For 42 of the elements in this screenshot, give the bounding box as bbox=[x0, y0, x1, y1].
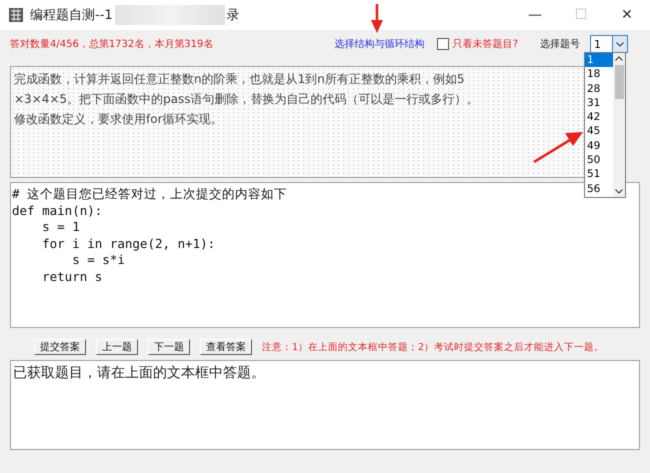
annotation-arrow bbox=[370, 4, 384, 34]
checkbox-label: 只看未答题目? bbox=[452, 38, 518, 51]
action-button[interactable]: 查看答案 bbox=[200, 339, 252, 355]
question-text: ×3×4×5。把下面函数中的pass语句删除，替换为自己的代码（可以是一行或多行）。 bbox=[14, 91, 479, 108]
question-text: 修改函数定义，要求使用for循环实现。 bbox=[14, 111, 222, 128]
question-number-select[interactable]: 1 bbox=[590, 35, 628, 53]
code-line: s = 1 bbox=[41, 219, 80, 236]
code-line: for i in range(2, n+1): bbox=[41, 236, 216, 252]
close-button[interactable]: ✕ bbox=[604, 7, 650, 23]
code-line: s = s*i bbox=[71, 252, 125, 268]
annotation-arrow bbox=[532, 130, 584, 164]
dropdown-option[interactable]: 51 bbox=[585, 167, 613, 182]
action-button[interactable]: 上一题 bbox=[96, 339, 138, 355]
minimize-button[interactable]: — bbox=[512, 7, 558, 23]
dropdown-option[interactable]: 45 bbox=[585, 124, 613, 139]
dropdown-option[interactable]: 50 bbox=[585, 153, 613, 168]
select-label: 选择题号 bbox=[540, 38, 580, 51]
app-icon bbox=[8, 7, 24, 23]
action-button[interactable]: 下一题 bbox=[148, 339, 190, 355]
window-title: 编程题自测--1 bbox=[30, 7, 113, 24]
code-line: def main(n): bbox=[12, 202, 102, 219]
dropdown-option[interactable]: 49 bbox=[585, 138, 613, 154]
scroll-up-icon[interactable] bbox=[615, 56, 623, 61]
code-line: return s bbox=[41, 268, 102, 285]
question-text: 完成函数，计算并返回任意正整数n的阶乘，也就是从1到n所有正整数的乘积，例如5 bbox=[14, 71, 464, 88]
score-text: 答对数量4/456，总第1732名，本月第319名 bbox=[10, 38, 214, 51]
action-button[interactable]: 提交答案 bbox=[34, 339, 86, 355]
scrollbar-thumb[interactable] bbox=[614, 65, 624, 99]
dropdown-option[interactable]: 42 bbox=[585, 110, 613, 124]
checkbox[interactable] bbox=[436, 38, 449, 50]
dropdown-option[interactable]: 18 bbox=[585, 67, 613, 82]
code-line: # 这个题目您已经答对过，上次提交的内容如下 bbox=[12, 186, 288, 202]
notice-text: 注意：1）在上面的文本框中答题；2）考试时提交答案之后才能进入下一题。 bbox=[262, 340, 604, 354]
dropdown-option[interactable]: 31 bbox=[585, 96, 613, 110]
dropdown-option[interactable]: 28 bbox=[585, 82, 613, 96]
scroll-down-icon[interactable] bbox=[615, 189, 623, 194]
dropdown-option[interactable]: 1 bbox=[585, 53, 613, 68]
category-link[interactable]: 选择结构与循环结构 bbox=[334, 37, 425, 51]
window-title: 录 bbox=[226, 7, 240, 24]
chevron-icon bbox=[616, 42, 624, 46]
dropdown-option[interactable]: 56 bbox=[585, 182, 613, 196]
status-text: 已获取题目，请在上面的文本框中答题。 bbox=[10, 360, 640, 450]
